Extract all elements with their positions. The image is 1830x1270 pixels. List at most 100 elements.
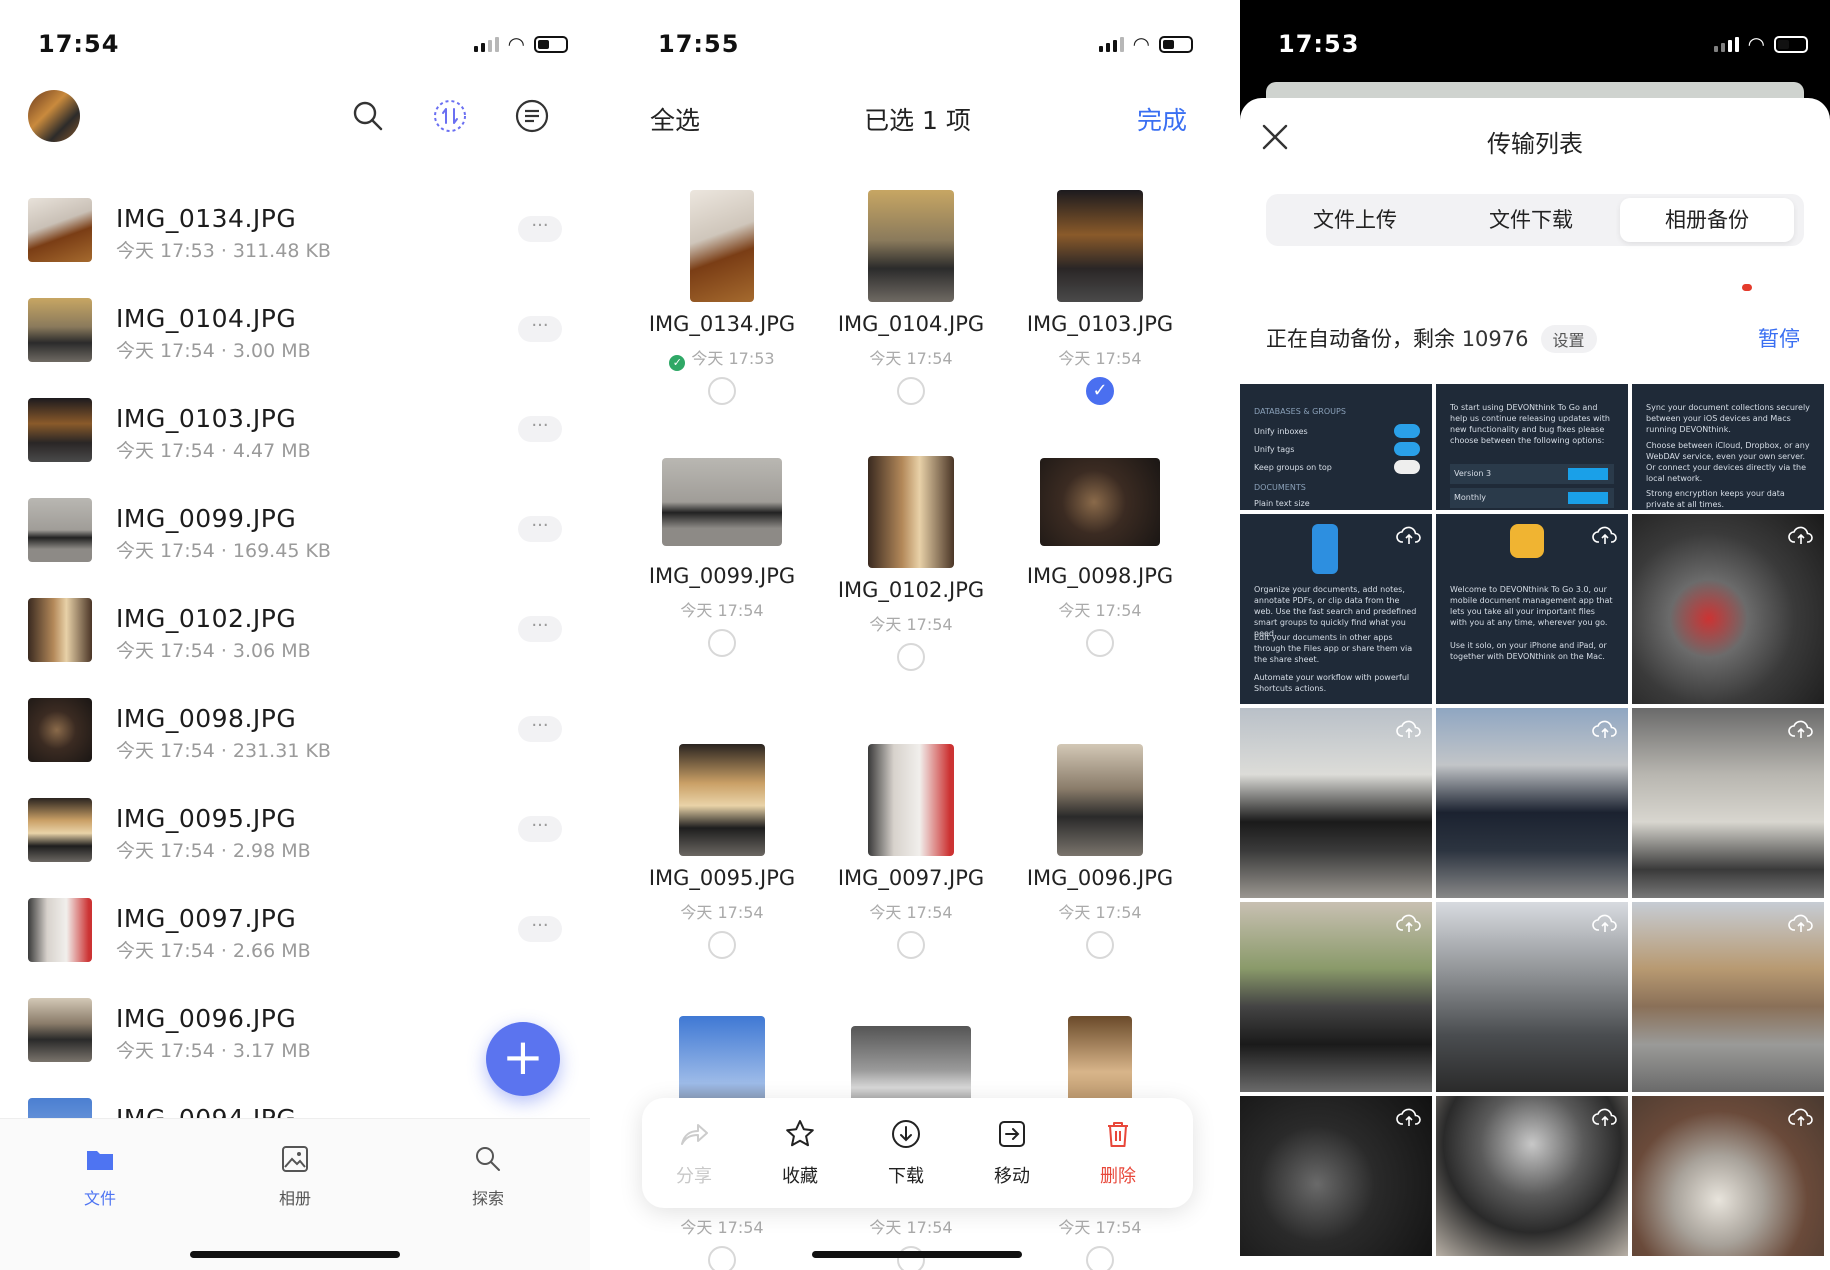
more-button[interactable]: ··· bbox=[518, 316, 562, 342]
file-thumbnail bbox=[28, 498, 92, 562]
tab-album[interactable]: 相册 bbox=[255, 1143, 335, 1209]
photo-thumbnail bbox=[662, 458, 782, 546]
tab-album-backup[interactable]: 相册备份 bbox=[1620, 198, 1794, 242]
list-item[interactable]: IMG_0098.JPG 今天 17:54 · 231.31 KB ··· bbox=[0, 680, 590, 780]
grid-item[interactable]: IMG_0103.JPG 今天 17:54 ✓ bbox=[1005, 190, 1195, 405]
more-button[interactable]: ··· bbox=[518, 216, 562, 242]
tab-file-download[interactable]: 文件下载 bbox=[1444, 198, 1618, 242]
delete-button[interactable]: 删除 bbox=[1083, 1118, 1153, 1188]
select-checkbox[interactable] bbox=[708, 931, 736, 959]
star-icon bbox=[786, 1120, 814, 1147]
grid-item[interactable]: IMG_0134.JPG ✓ 今天 17:53 bbox=[627, 190, 817, 405]
more-button[interactable]: ··· bbox=[518, 916, 562, 942]
select-checkbox[interactable] bbox=[1086, 629, 1114, 657]
file-meta: 今天 17:54 · 231.31 KB bbox=[116, 740, 331, 762]
tab-files[interactable]: 文件 bbox=[60, 1143, 140, 1209]
select-checkbox[interactable] bbox=[1086, 931, 1114, 959]
tab-explore[interactable]: 探索 bbox=[448, 1143, 528, 1209]
photo-name: IMG_0099.JPG bbox=[648, 564, 796, 588]
more-button[interactable]: ··· bbox=[518, 616, 562, 642]
list-item[interactable]: IMG_0102.JPG 今天 17:54 · 3.06 MB ··· bbox=[0, 580, 590, 680]
file-meta: 今天 17:54 · 4.47 MB bbox=[116, 440, 311, 462]
list-item[interactable]: IMG_0134.JPG 今天 17:53 · 311.48 KB ··· bbox=[0, 180, 590, 280]
list-item[interactable]: IMG_0103.JPG 今天 17:54 · 4.47 MB ··· bbox=[0, 380, 590, 480]
done-button[interactable]: 完成 bbox=[1137, 101, 1187, 137]
share-button[interactable]: 分享 bbox=[659, 1118, 729, 1188]
grid-item-footer: 今天 17:54 bbox=[816, 1210, 1006, 1270]
status-icons: ◠ bbox=[473, 32, 568, 56]
select-checkbox[interactable] bbox=[897, 643, 925, 671]
photo-tile: Organize your documents, add notes, anno… bbox=[1240, 514, 1432, 704]
list-item[interactable]: IMG_0099.JPG 今天 17:54 · 169.45 KB ··· bbox=[0, 480, 590, 580]
battery-icon bbox=[534, 35, 568, 53]
photo-date: 今天 17:54 bbox=[869, 615, 953, 634]
download-button[interactable]: 下载 bbox=[871, 1118, 941, 1188]
file-name: IMG_0103.JPG bbox=[116, 404, 297, 433]
photo-date: 今天 17:54 bbox=[680, 601, 764, 620]
list-menu-icon[interactable] bbox=[514, 98, 550, 134]
file-meta: 今天 17:54 · 2.98 MB bbox=[116, 840, 311, 862]
signal-icon bbox=[1098, 36, 1124, 52]
grid-item[interactable]: IMG_0098.JPG 今天 17:54 bbox=[1005, 458, 1195, 657]
select-checkbox[interactable] bbox=[1086, 1246, 1114, 1270]
select-checkbox[interactable] bbox=[897, 931, 925, 959]
photo-tile: Welcome to DEVONthink To Go 3.0, our mob… bbox=[1436, 514, 1628, 704]
grid-item[interactable]: IMG_0102.JPG 今天 17:54 bbox=[816, 456, 1006, 671]
avatar[interactable] bbox=[28, 90, 80, 142]
file-thumbnail bbox=[28, 198, 92, 262]
photo-date: 今天 17:54 bbox=[1058, 349, 1142, 368]
tab-file-upload[interactable]: 文件上传 bbox=[1268, 198, 1442, 242]
file-meta: 今天 17:53 · 311.48 KB bbox=[116, 240, 331, 262]
file-thumbnail bbox=[28, 298, 92, 362]
grid-item[interactable]: IMG_0099.JPG 今天 17:54 bbox=[627, 458, 817, 657]
grid-item[interactable]: IMG_0095.JPG 今天 17:54 bbox=[627, 744, 817, 959]
photo-thumbnail bbox=[868, 190, 954, 302]
cloud-upload-icon bbox=[1788, 914, 1813, 932]
move-button[interactable]: 移动 bbox=[977, 1118, 1047, 1188]
select-checkbox-checked[interactable]: ✓ bbox=[1086, 377, 1114, 405]
favorite-button[interactable]: 收藏 bbox=[765, 1118, 835, 1188]
file-name: IMG_0104.JPG bbox=[116, 304, 297, 333]
trash-icon bbox=[1108, 1122, 1128, 1147]
select-all-button[interactable]: 全选 bbox=[650, 101, 700, 137]
select-checkbox[interactable] bbox=[897, 1246, 925, 1270]
download-icon bbox=[892, 1120, 920, 1148]
more-button[interactable]: ··· bbox=[518, 716, 562, 742]
cloud-upload-icon bbox=[1396, 1108, 1421, 1126]
grid-item[interactable]: IMG_0097.JPG 今天 17:54 bbox=[816, 744, 1006, 959]
file-name: IMG_0134.JPG bbox=[116, 204, 297, 233]
synced-check-icon: ✓ bbox=[669, 355, 686, 371]
tab-bar: 文件 相册 探索 bbox=[0, 1118, 590, 1270]
select-checkbox[interactable] bbox=[708, 377, 736, 405]
grid-item-footer: 今天 17:54 bbox=[627, 1210, 817, 1270]
select-checkbox[interactable] bbox=[708, 629, 736, 657]
pause-button[interactable]: 暂停 bbox=[1758, 323, 1800, 353]
transfer-icon[interactable] bbox=[432, 98, 468, 134]
photo-tile bbox=[1436, 1096, 1628, 1256]
photo-name: IMG_0102.JPG bbox=[837, 578, 985, 602]
select-checkbox[interactable] bbox=[708, 1246, 736, 1270]
status-time: 17:54 bbox=[38, 30, 120, 58]
more-button[interactable]: ··· bbox=[518, 816, 562, 842]
list-item[interactable]: IMG_0104.JPG 今天 17:54 · 3.00 MB ··· bbox=[0, 280, 590, 380]
status-bar: 17:55 ◠ bbox=[620, 0, 1215, 90]
photo-thumbnail bbox=[868, 744, 954, 856]
cloud-upload-icon bbox=[1396, 914, 1421, 932]
photo-date: 今天 17:54 bbox=[869, 349, 953, 368]
add-button[interactable]: + bbox=[486, 1022, 560, 1096]
cloud-upload-icon bbox=[1396, 720, 1421, 738]
more-button[interactable]: ··· bbox=[518, 416, 562, 442]
action-toolbar: 分享 收藏 下载 移动 删除 bbox=[642, 1098, 1193, 1208]
settings-button[interactable]: 设置 bbox=[1540, 325, 1597, 353]
cloud-upload-icon bbox=[1788, 1108, 1813, 1126]
select-checkbox[interactable] bbox=[897, 377, 925, 405]
search-icon[interactable] bbox=[350, 98, 386, 134]
battery-icon bbox=[1159, 35, 1193, 53]
photo-date: 今天 17:54 bbox=[1058, 601, 1142, 620]
grid-item[interactable]: IMG_0104.JPG 今天 17:54 bbox=[816, 190, 1006, 405]
more-button[interactable]: ··· bbox=[518, 516, 562, 542]
grid-item[interactable]: IMG_0096.JPG 今天 17:54 bbox=[1005, 744, 1195, 959]
list-item[interactable]: IMG_0095.JPG 今天 17:54 · 2.98 MB ··· bbox=[0, 780, 590, 880]
photo-tile bbox=[1436, 902, 1628, 1092]
list-item[interactable]: IMG_0097.JPG 今天 17:54 · 2.66 MB ··· bbox=[0, 880, 590, 980]
